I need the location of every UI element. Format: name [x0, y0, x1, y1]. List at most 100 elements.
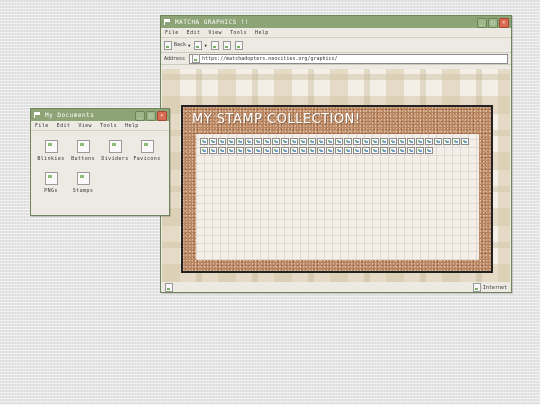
folder-blinkies[interactable]: Blinkies — [35, 140, 67, 162]
stamp-image[interactable] — [371, 147, 379, 154]
stamp-image[interactable] — [389, 138, 397, 145]
menu-help[interactable]: Help — [125, 123, 139, 129]
menu-view[interactable]: View — [78, 123, 92, 129]
stamp-image[interactable] — [452, 138, 460, 145]
stamp-image[interactable] — [371, 138, 379, 145]
stamp-image[interactable] — [236, 138, 244, 145]
menu-view[interactable]: View — [208, 30, 222, 36]
refresh-icon[interactable] — [222, 40, 231, 50]
stamp-image[interactable] — [425, 138, 433, 145]
stamp-image[interactable] — [227, 138, 235, 145]
back-button[interactable]: Back ▼ — [164, 40, 191, 50]
stamp-image[interactable] — [443, 138, 451, 145]
stamp-image[interactable] — [353, 147, 361, 154]
stamp-image[interactable] — [398, 147, 406, 154]
stamp-image[interactable] — [209, 147, 217, 154]
browser-title: MATCHA GRAPHICS !! — [175, 18, 250, 26]
stamp-image[interactable] — [263, 147, 271, 154]
folder-label: Buttons — [71, 156, 95, 162]
stamp-image[interactable] — [380, 147, 388, 154]
status-bar: Internet — [161, 283, 511, 292]
folder-icon — [108, 140, 122, 153]
stamp-image[interactable] — [380, 138, 388, 145]
stamp-image[interactable] — [308, 138, 316, 145]
stamp-image[interactable] — [362, 138, 370, 145]
stamp-image[interactable] — [209, 138, 217, 145]
stamp-image[interactable] — [317, 138, 325, 145]
menu-edit[interactable]: Edit — [57, 123, 71, 129]
flag-icon — [164, 19, 171, 25]
stamp-image[interactable] — [281, 138, 289, 145]
stamp-image[interactable] — [416, 147, 424, 154]
stamp-image[interactable] — [254, 147, 262, 154]
browser-window: MATCHA GRAPHICS !! _ □ × File Edit View … — [160, 15, 512, 293]
folder-buttons[interactable]: Buttons — [67, 140, 99, 162]
maximize-button[interactable]: □ — [488, 18, 498, 28]
board-title: MY STAMP COLLECTION! — [192, 112, 361, 127]
stamp-image[interactable] — [362, 147, 370, 154]
stamp-image[interactable] — [299, 147, 307, 154]
stamp-image[interactable] — [236, 147, 244, 154]
address-input[interactable]: https://matchadopters.neocities.org/grap… — [189, 53, 508, 64]
stamp-image[interactable] — [326, 138, 334, 145]
stamp-image[interactable] — [272, 147, 280, 154]
stamp-image[interactable] — [434, 138, 442, 145]
menu-tools[interactable]: Tools — [230, 30, 247, 36]
documents-titlebar[interactable]: My Documents _ □ × — [31, 109, 169, 121]
menu-tools[interactable]: Tools — [100, 123, 117, 129]
stamp-image[interactable] — [317, 147, 325, 154]
folder-icon — [44, 172, 58, 185]
stamp-image[interactable] — [299, 138, 307, 145]
stamp-image[interactable] — [335, 147, 343, 154]
stamp-image[interactable] — [416, 138, 424, 145]
stamp-image[interactable] — [389, 147, 397, 154]
stamp-image[interactable] — [227, 147, 235, 154]
folder-dividers[interactable]: Dividers — [99, 140, 131, 162]
corkboard: MY STAMP COLLECTION! — [181, 105, 493, 273]
stamp-image[interactable] — [272, 138, 280, 145]
stop-icon[interactable] — [210, 40, 219, 50]
folder-icon — [140, 140, 154, 153]
browser-titlebar[interactable]: MATCHA GRAPHICS !! _ □ × — [161, 16, 511, 28]
stamp-image[interactable] — [308, 147, 316, 154]
menu-file[interactable]: File — [165, 30, 179, 36]
stamp-image[interactable] — [407, 147, 415, 154]
stamp-image[interactable] — [218, 147, 226, 154]
menu-help[interactable]: Help — [255, 30, 269, 36]
stamp-image[interactable] — [344, 138, 352, 145]
folder-pngs[interactable]: PNGs — [35, 172, 67, 194]
minimize-button[interactable]: _ — [477, 18, 487, 28]
stamp-image[interactable] — [245, 147, 253, 154]
stamp-image[interactable] — [281, 147, 289, 154]
stamp-image[interactable] — [290, 147, 298, 154]
stamp-image[interactable] — [461, 138, 469, 145]
stamp-image[interactable] — [398, 138, 406, 145]
stamp-image[interactable] — [353, 138, 361, 145]
minimize-button[interactable]: _ — [135, 111, 145, 121]
folder-favicons[interactable]: Favicons — [131, 140, 163, 162]
back-icon — [164, 40, 172, 50]
close-button[interactable]: × — [499, 18, 509, 28]
stamp-image[interactable] — [344, 147, 352, 154]
stamp-image[interactable] — [245, 138, 253, 145]
menu-edit[interactable]: Edit — [187, 30, 201, 36]
stamp-image[interactable] — [200, 138, 208, 145]
flag-icon — [34, 112, 41, 118]
stamp-image[interactable] — [326, 147, 334, 154]
menu-file[interactable]: File — [35, 123, 49, 129]
stamp-image[interactable] — [200, 147, 208, 154]
forward-button[interactable]: ▼ — [194, 40, 207, 50]
stamp-image[interactable] — [407, 138, 415, 145]
close-button[interactable]: × — [157, 111, 167, 121]
stamp-image[interactable] — [254, 138, 262, 145]
folder-stamps[interactable]: Stamps — [67, 172, 99, 194]
stamp-image[interactable] — [425, 147, 433, 154]
chevron-down-icon: ▼ — [188, 42, 191, 48]
stamp-image[interactable] — [218, 138, 226, 145]
stamp-image[interactable] — [335, 138, 343, 145]
home-icon[interactable] — [234, 40, 243, 50]
documents-title: My Documents — [45, 111, 95, 119]
stamp-image[interactable] — [263, 138, 271, 145]
maximize-button[interactable]: □ — [146, 111, 156, 121]
stamp-image[interactable] — [290, 138, 298, 145]
